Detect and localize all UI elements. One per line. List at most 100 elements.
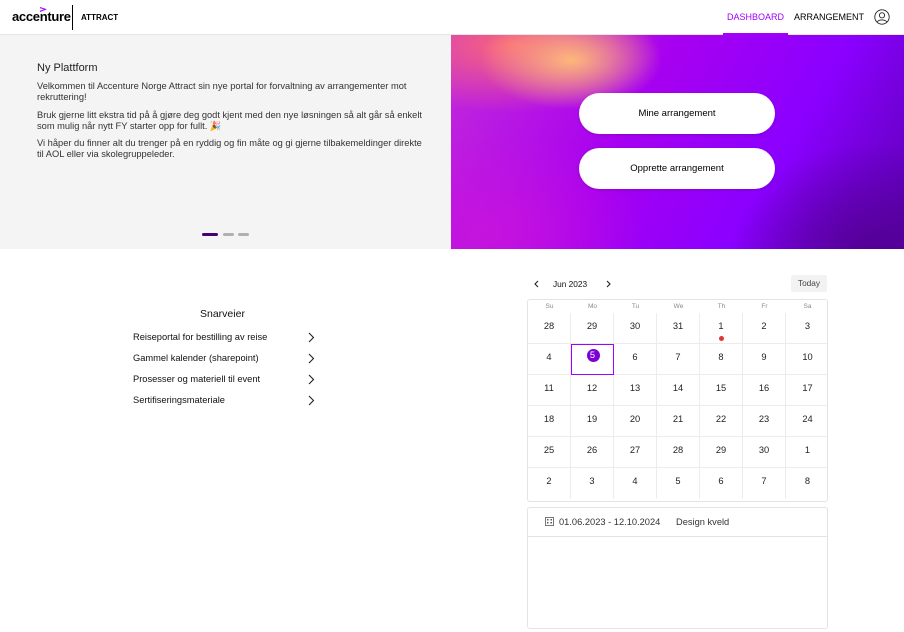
- calendar-day[interactable]: 20: [614, 406, 657, 437]
- today-button[interactable]: Today: [791, 275, 827, 292]
- accenture-chevron-icon: [40, 7, 47, 12]
- calendar-day[interactable]: 1: [700, 313, 743, 344]
- calendar-day[interactable]: 13: [614, 375, 657, 406]
- event-item[interactable]: 01.06.2023 - 12.10.2024 Design kveld: [528, 508, 827, 537]
- calendar-day[interactable]: 3: [786, 313, 827, 344]
- calendar-day[interactable]: 5: [657, 468, 700, 499]
- calendar-day[interactable]: 16: [743, 375, 786, 406]
- calendar-day[interactable]: 26: [571, 437, 614, 468]
- carousel-dot-2[interactable]: [223, 233, 234, 236]
- event-dates: 01.06.2023 - 12.10.2024: [559, 517, 661, 527]
- calendar-day[interactable]: 3: [571, 468, 614, 499]
- weekday-label: Mo: [587, 303, 598, 310]
- nav-dashboard[interactable]: DASHBOARD: [723, 0, 788, 35]
- calendar-day-number: 29: [586, 321, 598, 331]
- calendar-day[interactable]: 1: [786, 437, 827, 468]
- shortcut-label: Reiseportal for bestilling av reise: [133, 332, 268, 342]
- shortcut-gammel-kalender[interactable]: Gammel kalender (sharepoint): [133, 351, 315, 367]
- hero-action-panel: Mine arrangement Opprette arrangement: [451, 35, 904, 249]
- calendar-day[interactable]: 14: [657, 375, 700, 406]
- chevron-right-icon: [308, 332, 315, 343]
- calendar-day-selected[interactable]: 5: [571, 344, 614, 375]
- calendar-day[interactable]: 21: [657, 406, 700, 437]
- calendar-day-number: 27: [629, 445, 641, 455]
- calendar-day-number: 10: [802, 352, 813, 362]
- calendar-day[interactable]: 6: [614, 344, 657, 375]
- calendar-day[interactable]: 4: [528, 344, 571, 375]
- nav-arrangement[interactable]: ARRANGEMENT: [794, 0, 864, 35]
- calendar-day[interactable]: 31: [657, 313, 700, 344]
- calendar-day-number: 3: [804, 321, 811, 331]
- calendar-day[interactable]: 25: [528, 437, 571, 468]
- calendar-day-number: 7: [675, 352, 681, 362]
- calendar-day[interactable]: 30: [743, 437, 786, 468]
- opprette-arrangement-button[interactable]: Opprette arrangement: [579, 148, 775, 189]
- calendar-day[interactable]: 12: [571, 375, 614, 406]
- calendar-month-label: Jun 2023: [553, 279, 588, 289]
- calendar-day[interactable]: 27: [614, 437, 657, 468]
- calendar-day-number: 11: [544, 383, 554, 393]
- shortcut-reiseportal[interactable]: Reiseportal for bestilling av reise: [133, 330, 315, 346]
- calendar-day-number: 8: [804, 476, 811, 486]
- calendar-day[interactable]: 28: [528, 313, 571, 344]
- calendar-day[interactable]: 29: [700, 437, 743, 468]
- calendar-day[interactable]: 29: [571, 313, 614, 344]
- calendar-grid: Su Mo Tu We Th Fr Sa 28 29 30 31 1 2 3 4 5 6 7 8 9 10 11 12 13 1…: [527, 299, 828, 502]
- calendar-day[interactable]: 9: [743, 344, 786, 375]
- calendar-day[interactable]: 28: [657, 437, 700, 468]
- calendar-day-number: 8: [718, 352, 724, 362]
- calendar-day[interactable]: 8: [786, 468, 827, 499]
- calendar-day[interactable]: 8: [700, 344, 743, 375]
- calendar-day[interactable]: 7: [743, 468, 786, 499]
- chevron-left-icon[interactable]: [531, 277, 543, 291]
- calendar-day-number: 5: [572, 349, 613, 362]
- calendar-day[interactable]: 22: [700, 406, 743, 437]
- calendar-day-number: 21: [672, 414, 684, 424]
- shortcut-prosesser[interactable]: Prosesser og materiell til event: [133, 372, 315, 388]
- shortcut-label: Prosesser og materiell til event: [133, 374, 261, 384]
- calendar-day[interactable]: 6: [700, 468, 743, 499]
- user-circle-icon[interactable]: [874, 9, 890, 25]
- weekday-label: We: [673, 303, 684, 310]
- shortcut-sertifisering[interactable]: Sertifiseringsmateriale: [133, 393, 315, 409]
- logo-divider: [72, 5, 73, 30]
- event-list: 01.06.2023 - 12.10.2024 Design kveld: [527, 507, 828, 629]
- calendar-day[interactable]: 2: [528, 468, 571, 499]
- building-icon: [545, 517, 554, 526]
- calendar-day-number: 4: [632, 476, 638, 486]
- calendar-day-number: 12: [586, 383, 598, 393]
- calendar-day[interactable]: 10: [786, 344, 827, 375]
- calendar-day-number: 5: [675, 476, 681, 486]
- calendar-day[interactable]: 15: [700, 375, 743, 406]
- calendar-day-number: 1: [804, 445, 811, 455]
- calendar-day[interactable]: 30: [614, 313, 657, 344]
- calendar-day-number: 30: [629, 321, 641, 331]
- mine-arrangement-button[interactable]: Mine arrangement: [579, 93, 775, 134]
- shortcut-label: Gammel kalender (sharepoint): [133, 353, 259, 363]
- calendar-day[interactable]: 2: [743, 313, 786, 344]
- calendar-day-number: 2: [546, 476, 552, 486]
- shortcuts-title: Snarveier: [200, 308, 245, 320]
- calendar-day-number: 17: [802, 383, 813, 393]
- calendar-day[interactable]: 4: [614, 468, 657, 499]
- calendar-day-number: 13: [629, 383, 641, 393]
- calendar-day-number: 18: [543, 414, 555, 424]
- calendar-day[interactable]: 18: [528, 406, 571, 437]
- calendar-day-number: 30: [758, 445, 770, 455]
- calendar-day[interactable]: 23: [743, 406, 786, 437]
- calendar-day[interactable]: 7: [657, 344, 700, 375]
- calendar-day-number: 22: [715, 414, 727, 424]
- chevron-right-icon[interactable]: [602, 277, 614, 291]
- calendar-day[interactable]: 24: [786, 406, 827, 437]
- carousel-dot-1[interactable]: [202, 233, 218, 236]
- weekday-label: Th: [717, 303, 726, 310]
- calendar-day-number: 1: [718, 321, 724, 331]
- calendar-day-number: 28: [672, 445, 684, 455]
- calendar-day-number: 29: [715, 445, 727, 455]
- calendar-day[interactable]: 19: [571, 406, 614, 437]
- calendar-day[interactable]: 17: [786, 375, 827, 406]
- carousel-dot-3[interactable]: [238, 233, 249, 236]
- calendar-day[interactable]: 11: [528, 375, 571, 406]
- calendar-day-number: 3: [589, 476, 595, 486]
- calendar-day-number: 6: [718, 476, 724, 486]
